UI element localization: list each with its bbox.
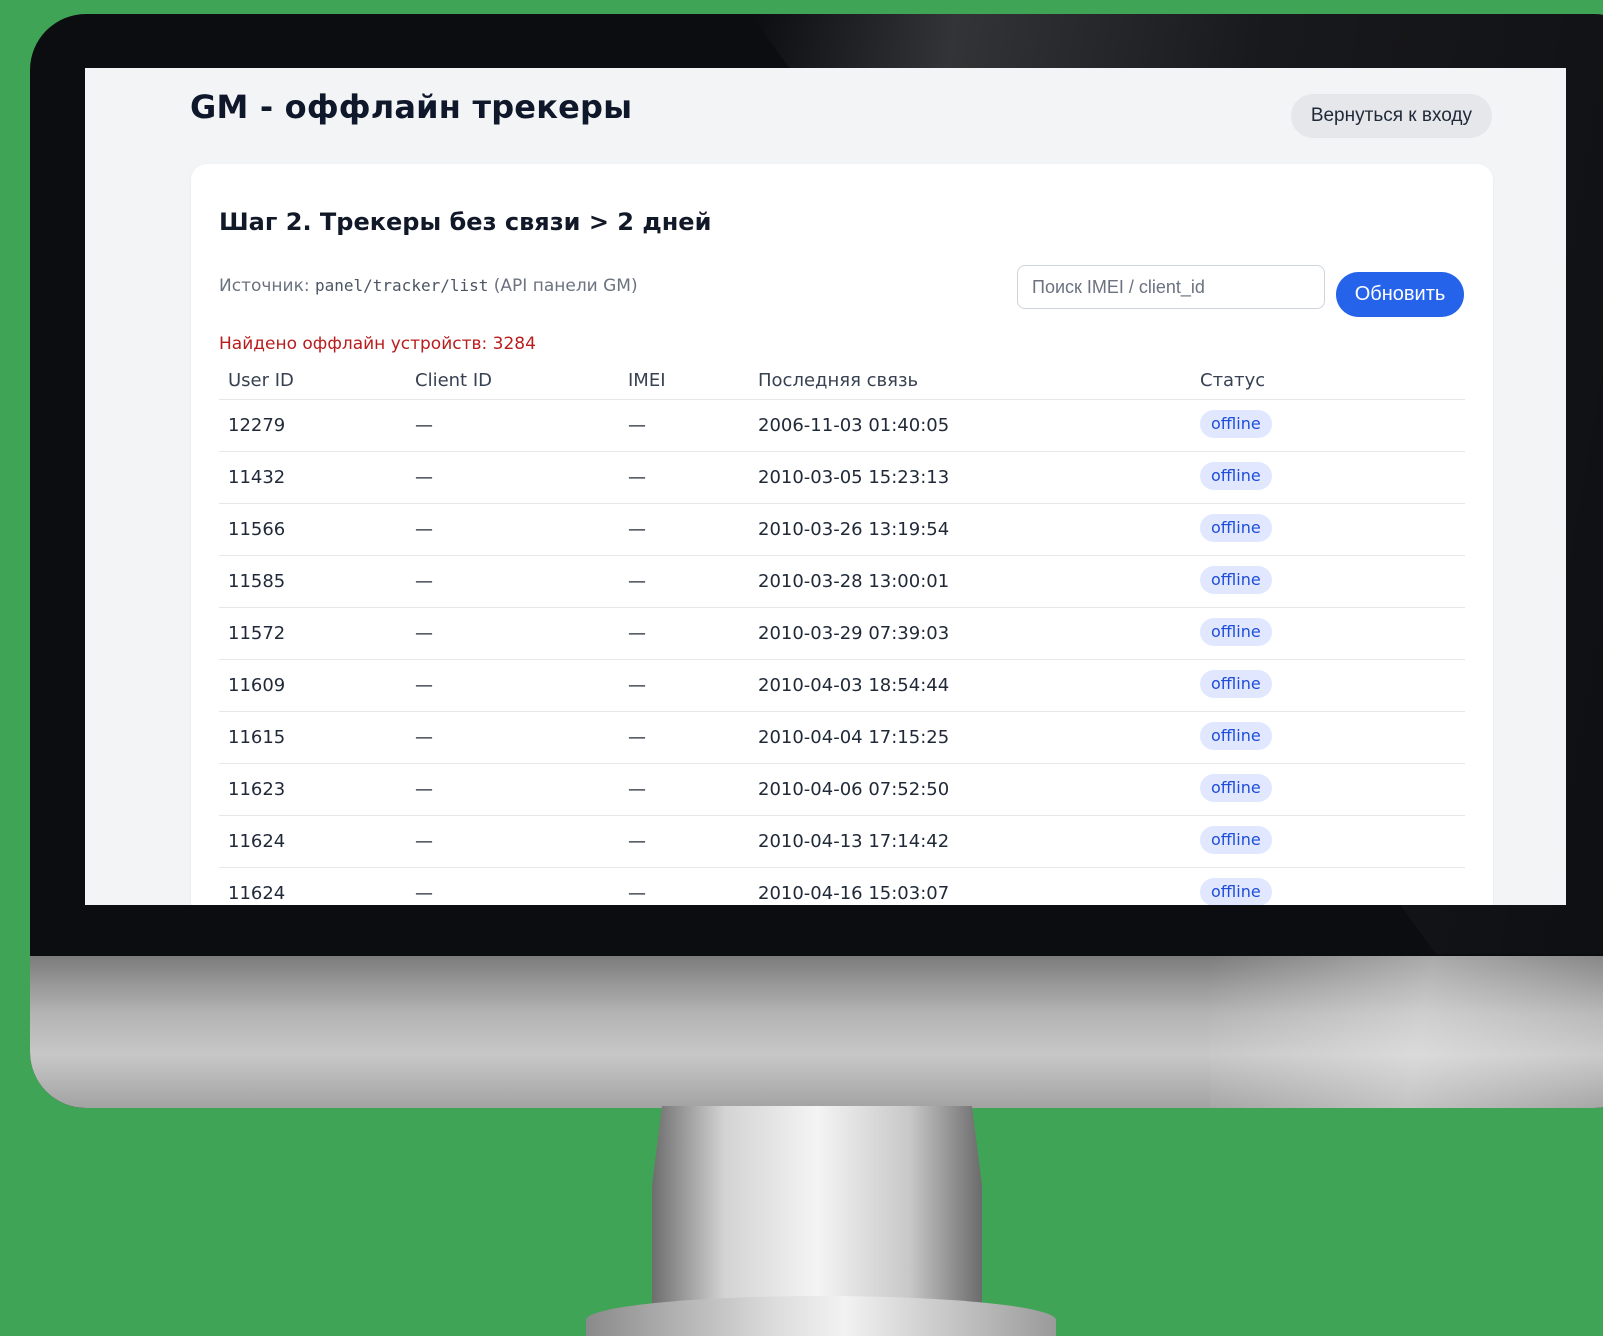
status-badge: offline (1200, 409, 1272, 438)
cell-last-seen: 2010-03-29 07:39:03 (749, 607, 1191, 660)
table-row[interactable]: 12279 — — 2006-11-03 01:40:05 offline (219, 399, 1465, 452)
trackers-table: User ID Client ID IMEI Последняя связь С… (219, 361, 1465, 905)
status-badge: offline (1200, 825, 1272, 854)
status-badge: offline (1200, 721, 1272, 750)
monitor-chin (30, 956, 1603, 1108)
table-header-row: User ID Client ID IMEI Последняя связь С… (219, 361, 1465, 400)
table-row[interactable]: 11572 — — 2010-03-29 07:39:03 offline (219, 607, 1465, 660)
cell-imei: — (619, 451, 749, 504)
table-row[interactable]: 11623 — — 2010-04-06 07:52:50 offline (219, 763, 1465, 816)
source-line: Источник: panel/tracker/list (API панели… (219, 276, 638, 296)
monitor-stand-foot (586, 1296, 1056, 1336)
cell-status: offline (1191, 399, 1465, 452)
status-badge: offline (1200, 773, 1272, 802)
found-count: Найдено оффлайн устройств: 3284 (219, 334, 536, 354)
table-row[interactable]: 11624 — — 2010-04-13 17:14:42 offline (219, 815, 1465, 868)
cell-imei: — (619, 503, 749, 556)
cell-status: offline (1191, 815, 1465, 868)
cell-user-id: 11585 (219, 555, 406, 608)
monitor-stand (652, 1106, 982, 1306)
status-badge: offline (1200, 461, 1272, 490)
table-row[interactable]: 11615 — — 2010-04-04 17:15:25 offline (219, 711, 1465, 764)
cell-status: offline (1191, 503, 1465, 556)
cell-client-id: — (406, 555, 619, 608)
source-prefix: Источник: (219, 276, 310, 296)
cell-status: offline (1191, 607, 1465, 660)
cell-client-id: — (406, 815, 619, 868)
cell-status: offline (1191, 711, 1465, 764)
column-header-last-seen[interactable]: Последняя связь (749, 361, 1191, 400)
table-row[interactable]: 11585 — — 2010-03-28 13:00:01 offline (219, 555, 1465, 608)
cell-status: offline (1191, 763, 1465, 816)
cell-last-seen: 2010-03-28 13:00:01 (749, 555, 1191, 608)
source-path: panel/tracker/list (314, 276, 489, 295)
cell-client-id: — (406, 763, 619, 816)
cell-last-seen: 2010-03-26 13:19:54 (749, 503, 1191, 556)
cell-last-seen: 2010-04-04 17:15:25 (749, 711, 1191, 764)
cell-user-id: 11624 (219, 815, 406, 868)
table-row[interactable]: 11432 — — 2010-03-05 15:23:13 offline (219, 451, 1465, 504)
cell-imei: — (619, 763, 749, 816)
cell-imei: — (619, 399, 749, 452)
source-suffix: (API панели GM) (493, 276, 638, 296)
cell-client-id: — (406, 867, 619, 905)
cell-imei: — (619, 555, 749, 608)
cell-user-id: 11572 (219, 607, 406, 660)
column-header-imei[interactable]: IMEI (619, 361, 749, 400)
card-title: Шаг 2. Трекеры без связи > 2 дней (219, 208, 712, 236)
cell-user-id: 11566 (219, 503, 406, 556)
cell-user-id: 11624 (219, 867, 406, 905)
cell-client-id: — (406, 451, 619, 504)
screen: GM - оффлайн трекеры Вернуться к входу Ш… (85, 68, 1566, 905)
table-row[interactable]: 11609 — — 2010-04-03 18:54:44 offline (219, 659, 1465, 712)
refresh-button[interactable]: Обновить (1336, 272, 1464, 317)
cell-status: offline (1191, 659, 1465, 712)
cell-user-id: 11623 (219, 763, 406, 816)
cell-last-seen: 2010-03-05 15:23:13 (749, 451, 1191, 504)
status-badge: offline (1200, 669, 1272, 698)
cell-imei: — (619, 607, 749, 660)
cell-client-id: — (406, 399, 619, 452)
cell-last-seen: 2010-04-06 07:52:50 (749, 763, 1191, 816)
cell-status: offline (1191, 867, 1465, 905)
cell-client-id: — (406, 711, 619, 764)
cell-imei: — (619, 867, 749, 905)
cell-user-id: 12279 (219, 399, 406, 452)
cell-user-id: 11615 (219, 711, 406, 764)
status-badge: offline (1200, 617, 1272, 646)
cell-client-id: — (406, 659, 619, 712)
cell-user-id: 11432 (219, 451, 406, 504)
cell-last-seen: 2010-04-13 17:14:42 (749, 815, 1191, 868)
cell-imei: — (619, 815, 749, 868)
status-badge: offline (1200, 565, 1272, 594)
cell-status: offline (1191, 555, 1465, 608)
cell-client-id: — (406, 607, 619, 660)
trackers-card: Шаг 2. Трекеры без связи > 2 дней Источн… (191, 164, 1493, 905)
table-row[interactable]: 11566 — — 2010-03-26 13:19:54 offline (219, 503, 1465, 556)
status-badge: offline (1200, 513, 1272, 542)
cell-imei: — (619, 711, 749, 764)
cell-user-id: 11609 (219, 659, 406, 712)
back-to-login-button[interactable]: Вернуться к входу (1290, 94, 1492, 138)
column-header-status[interactable]: Статус (1191, 361, 1465, 400)
cell-imei: — (619, 659, 749, 712)
cell-last-seen: 2010-04-03 18:54:44 (749, 659, 1191, 712)
column-header-client-id[interactable]: Client ID (406, 361, 619, 400)
cell-client-id: — (406, 503, 619, 556)
table-row[interactable]: 11624 — — 2010-04-16 15:03:07 offline (219, 867, 1465, 905)
page-title: GM - оффлайн трекеры (190, 88, 633, 126)
cell-last-seen: 2010-04-16 15:03:07 (749, 867, 1191, 905)
column-header-user-id[interactable]: User ID (219, 361, 406, 400)
cell-status: offline (1191, 451, 1465, 504)
cell-last-seen: 2006-11-03 01:40:05 (749, 399, 1191, 452)
status-badge: offline (1200, 877, 1272, 905)
search-input[interactable] (1017, 265, 1325, 309)
